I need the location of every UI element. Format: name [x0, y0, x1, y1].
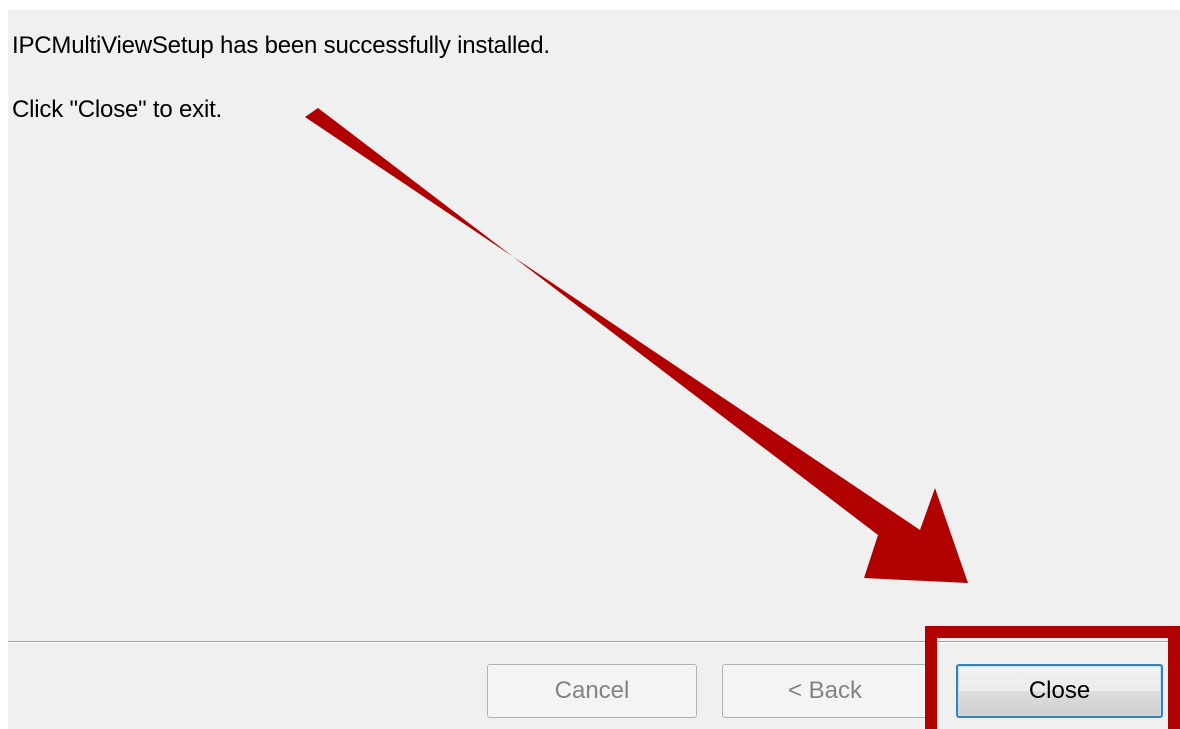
cancel-button[interactable]: Cancel: [487, 664, 697, 718]
back-button[interactable]: < Back: [722, 664, 928, 718]
close-button[interactable]: Close: [956, 664, 1163, 718]
close-instruction-text: Click "Close" to exit.: [12, 96, 223, 123]
installer-dialog: IPCMultiViewSetup has been successfully …: [8, 10, 1180, 729]
button-area-divider: [8, 641, 1180, 643]
install-success-message: IPCMultiViewSetup has been successfully …: [12, 32, 550, 59]
